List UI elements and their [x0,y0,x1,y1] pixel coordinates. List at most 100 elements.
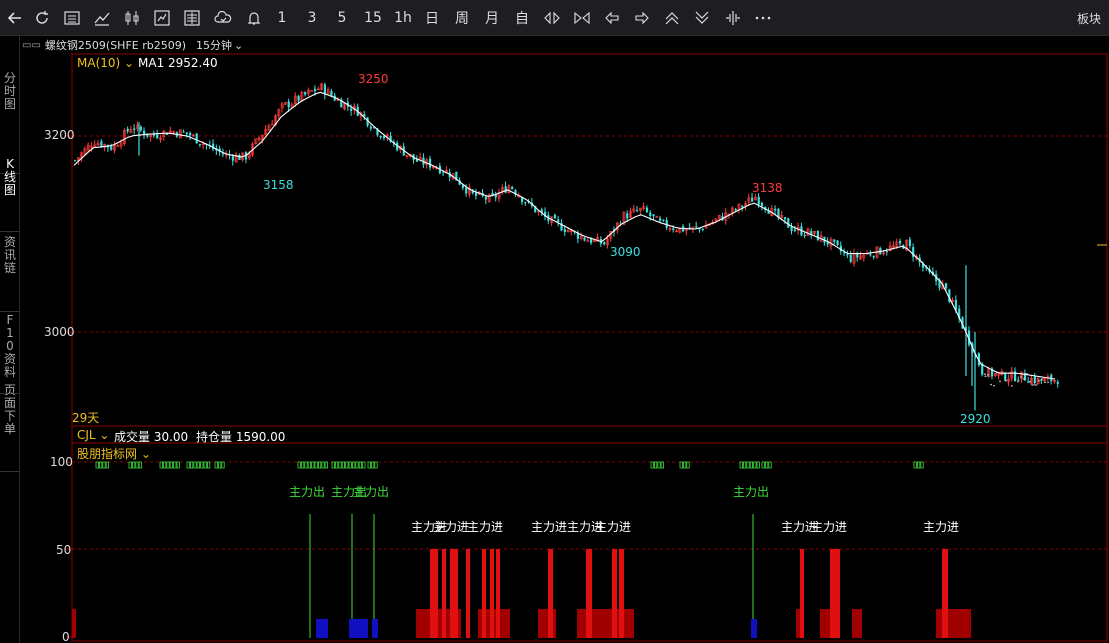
signal-flag [348,461,352,469]
candle-body [636,210,639,212]
signal-flag [913,461,917,469]
signal-flag [135,461,139,469]
tail-dot [1014,379,1016,381]
inflow-label-6: 主力进 [595,520,632,534]
signal-flag [166,461,170,469]
candle-body [74,160,77,162]
candle-body [1033,376,1036,383]
signal-flag [314,461,318,469]
y-tick-0: 0 [62,630,70,643]
annot-low-2920: 2920 [960,412,991,426]
cjl-chevron-icon: ⌄ [95,428,110,442]
inflow-bar [830,549,840,638]
inflow-bar [482,549,486,638]
candles [74,82,1059,411]
cjl-label: CJL [77,428,96,442]
tail-dot [1041,378,1043,380]
signal-flag [128,461,132,469]
signal-flag [358,461,363,469]
candle-body [843,252,846,254]
ma-value: MA1 2952.40 [138,56,218,70]
signal-flag [650,461,654,469]
signal-flag [321,461,325,469]
candle-body [695,226,698,228]
candle-body [330,91,333,96]
signal-flag [370,461,375,469]
indicator-selector[interactable]: 股朋指标网 ⌄ [77,445,151,462]
candle-body [898,240,902,244]
signal-flag [367,461,371,469]
candle-body [793,229,796,231]
inflow-label-9: 主力进 [923,520,960,534]
candle-body [484,196,488,200]
oi-value: 持仓量 1590.00 [196,430,286,444]
signal-flag [739,461,743,469]
signal-flag [341,461,346,469]
cjl-selector[interactable]: CJL ⌄ [77,428,109,442]
outflow-label-4: 主力出 [733,485,770,499]
candle-body [872,256,875,258]
candle-body [156,134,159,138]
candle-body [1027,381,1030,383]
signal-flag [200,461,204,469]
volume-value: 成交量 30.00 [114,430,189,444]
tail-dot [999,380,1001,383]
inflow-bar [619,549,624,638]
candle-body [885,251,889,253]
inflow-bar [800,549,804,638]
signal-flag [307,461,312,469]
tail-dot [1032,384,1034,386]
signal-flag [331,461,335,469]
candle-body [760,202,764,206]
candle-body [238,154,241,160]
candle-body [751,197,754,202]
inflow-label-2: 主力进 [433,520,470,534]
signal-flag [660,461,665,469]
candle-body [231,156,234,161]
y-tick-50: 50 [56,543,72,557]
candle-body [198,144,202,146]
candle-body [1056,381,1059,384]
annot-low-3090: 3090 [610,245,641,259]
candle-body [369,126,372,129]
signal-flag [186,461,190,469]
outflow-bar [316,619,328,638]
tail-dot [1035,384,1037,386]
candle-body [110,145,113,150]
inflow-base-bar [852,609,862,638]
candle-body [833,239,836,242]
kline-chart[interactable] [0,0,1109,643]
signal-flag [193,461,197,469]
signal-flag [338,461,342,469]
candle-body [379,135,382,138]
inflow-bar [466,549,470,638]
signal-flag [203,461,207,469]
candle-body [563,229,566,232]
candle-body [287,101,290,108]
main-panel-border [71,53,1108,427]
signal-flag [162,461,167,469]
signal-flag [221,461,225,469]
tail-dot [1047,381,1049,383]
candle-body [672,228,675,230]
candle-body [783,217,787,220]
candle-body [428,158,432,168]
ma-chevron-icon: ⌄ [120,56,135,70]
signal-flag [105,461,109,469]
candle-body [583,237,586,241]
signal-flag [173,461,177,469]
signal-flag [189,461,194,469]
candle-body [126,128,129,132]
candle-body [313,88,317,92]
candle-body [465,187,468,194]
signal-flag [654,461,658,469]
y-tick-3000: 3000 [44,325,75,339]
ma-selector[interactable]: MA(10) ⌄ [77,56,134,70]
inflow-bar [442,549,446,638]
candle-body [504,186,507,193]
signal-flag [206,461,211,469]
inflow-label-8: 主力进 [811,520,848,534]
signal-flag [334,461,339,469]
tail-dot [1005,379,1007,382]
candle-body [652,214,655,217]
